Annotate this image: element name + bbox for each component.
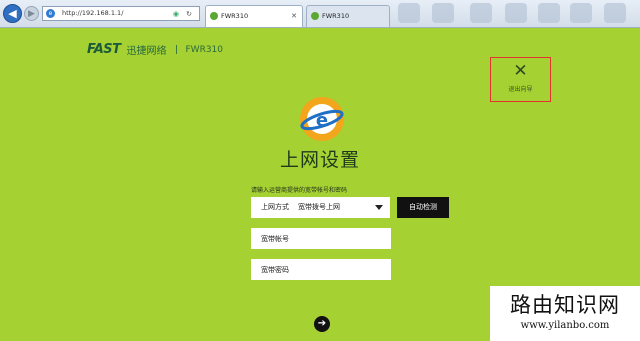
watermark: 路由知识网 www.yilanbo.com — [490, 286, 640, 341]
compatibility-icon[interactable]: ◉ — [173, 8, 179, 21]
watermark-title: 路由知识网 — [510, 293, 620, 317]
next-arrow-button[interactable]: ➔ — [314, 316, 330, 332]
connection-type-label: 上网方式 — [261, 203, 289, 211]
tab-label: FWR310 — [221, 12, 249, 20]
device-model: FWR310 — [185, 44, 224, 55]
tab-active[interactable]: FWR310 ✕ — [205, 5, 303, 27]
broadband-password-input[interactable] — [251, 259, 391, 280]
exit-wizard-label: 退出向导 — [508, 86, 533, 93]
toolbar-icon[interactable] — [570, 3, 592, 23]
ie-page-icon: e — [46, 9, 55, 18]
connection-type-value: 宽带拨号上网 — [298, 203, 340, 211]
internet-globe-icon: e — [300, 97, 344, 141]
back-arrow-icon[interactable]: ◀ — [3, 4, 22, 23]
toolbar-icon[interactable] — [432, 3, 454, 23]
instruction-text: 请输入运营商提供的宽带帐号和密码 — [251, 187, 348, 194]
page-title: 上网设置 — [279, 149, 360, 171]
toolbar-icon[interactable] — [505, 3, 527, 23]
close-icon: ✕ — [513, 61, 528, 81]
connection-type-select[interactable]: 上网方式 宽带拨号上网 — [251, 197, 390, 218]
exit-wizard-button[interactable]: ✕ 退出向导 — [490, 57, 551, 102]
tab-favicon-icon — [210, 12, 218, 20]
auto-detect-button[interactable]: 自动检测 — [397, 197, 449, 218]
watermark-url: www.yilanbo.com — [520, 320, 610, 331]
toolbar-icon[interactable] — [538, 3, 560, 23]
toolbar-icon[interactable] — [398, 3, 420, 23]
tab-favicon-icon — [311, 12, 319, 20]
brand-name: 迅捷网络 — [126, 46, 167, 57]
browser-toolbar: ◀ ▶ e http://192.168.1.1/ ◉ ↻ FWR310 ✕ F… — [0, 0, 640, 28]
address-url: http://192.168.1.1/ — [62, 9, 124, 17]
address-bar[interactable]: e http://192.168.1.1/ ◉ ↻ — [42, 6, 200, 21]
brand-divider — [175, 45, 177, 54]
toolbar-icon[interactable] — [604, 3, 626, 23]
svg-text:e: e — [316, 110, 328, 131]
refresh-icon[interactable]: ↻ — [186, 8, 192, 21]
tab-inactive[interactable]: FWR310 — [306, 5, 390, 27]
brand-logo: FAST — [87, 42, 121, 57]
brand-header: FAST 迅捷网络 FWR310 — [87, 42, 223, 57]
toolbar-icon[interactable] — [470, 3, 492, 23]
forward-arrow-icon[interactable]: ▶ — [24, 6, 39, 21]
chevron-down-icon — [375, 205, 383, 210]
tab-close-icon[interactable]: ✕ — [291, 6, 297, 26]
tab-label: FWR310 — [322, 12, 350, 20]
broadband-account-input[interactable] — [251, 228, 391, 249]
